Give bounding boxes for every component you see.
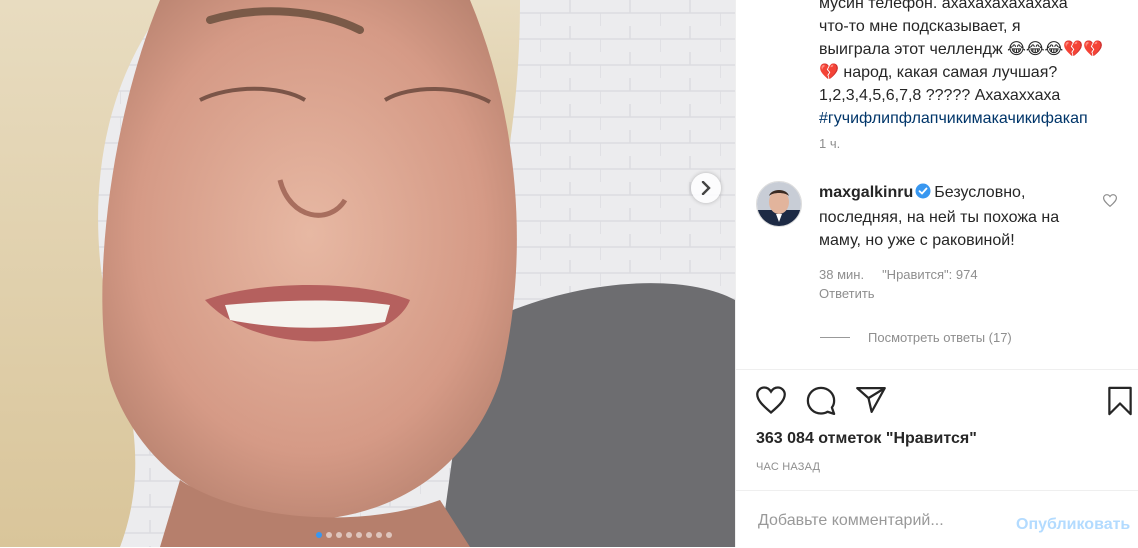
carousel-dot (346, 532, 352, 538)
chevron-right-icon (701, 181, 711, 195)
hashtag-link[interactable]: #гучифлипфлапчикимакачикифакап (819, 107, 1129, 130)
selfie-photo (0, 0, 735, 547)
caption-line: 💔 народ, какая самая лучшая? (819, 64, 1058, 81)
add-comment-form: Опубликовать (736, 490, 1138, 548)
comment-username[interactable]: maxgalkinru (819, 184, 913, 201)
carousel-dot (336, 532, 342, 538)
view-replies-button[interactable]: Посмотреть ответы (17) (820, 330, 1012, 345)
comment-button[interactable] (806, 386, 836, 421)
carousel-dot (356, 532, 362, 538)
caption-line: 1,2,3,4,5,6,7,8 ????? Ахахаххаха (819, 87, 1061, 104)
divider (820, 337, 850, 338)
comment-input[interactable] (756, 511, 1010, 531)
carousel-dot (376, 532, 382, 538)
comment-icon (806, 386, 836, 415)
paper-plane-icon (856, 387, 886, 413)
save-button[interactable] (1107, 386, 1133, 421)
likes-count[interactable]: 363 084 отметок "Нравится" (756, 430, 977, 448)
like-button[interactable] (756, 386, 786, 419)
post-side-panel: мусин телефон. ахахахахахахаха что-то мн… (735, 0, 1138, 547)
carousel-dot (326, 532, 332, 538)
comment-timestamp[interactable]: 38 мин. (819, 267, 864, 282)
caption-line: мусин телефон. ахахахахахахаха (819, 0, 1068, 12)
verified-badge-icon (915, 183, 931, 206)
avatar-image (757, 182, 801, 226)
carousel-dot (316, 532, 322, 538)
heart-outline-icon (1102, 194, 1118, 208)
comment-meta: 38 мин. "Нравится": 974 (819, 267, 978, 282)
reply-button[interactable]: Ответить (819, 286, 875, 301)
caption-line: что-то мне подсказывает, я (819, 18, 1021, 35)
carousel-dot (366, 532, 372, 538)
heart-icon (756, 386, 786, 414)
post-caption: мусин телефон. ахахахахахахаха что-то мн… (819, 0, 1129, 130)
avatar[interactable] (756, 181, 802, 227)
carousel-dots (316, 532, 392, 538)
caption-line: выиграла этот челлендж 😂😂😂💔💔 (819, 41, 1104, 58)
view-replies-label: Посмотреть ответы (17) (868, 330, 1012, 345)
comment-like-button[interactable] (1102, 194, 1118, 212)
comment-likes-count[interactable]: "Нравится": 974 (882, 267, 978, 282)
next-slide-button[interactable] (691, 173, 721, 203)
carousel-dot (386, 532, 392, 538)
post-photo[interactable] (0, 0, 735, 547)
post-timestamp[interactable]: ЧАС НАЗАД (756, 461, 820, 473)
caption-timestamp[interactable]: 1 ч. (819, 136, 840, 151)
bookmark-icon (1108, 386, 1132, 416)
publish-button[interactable]: Опубликовать (1016, 516, 1130, 534)
comment-body: maxgalkinru Безусловно, последняя, на ней… (819, 181, 1104, 252)
share-button[interactable] (856, 386, 886, 419)
